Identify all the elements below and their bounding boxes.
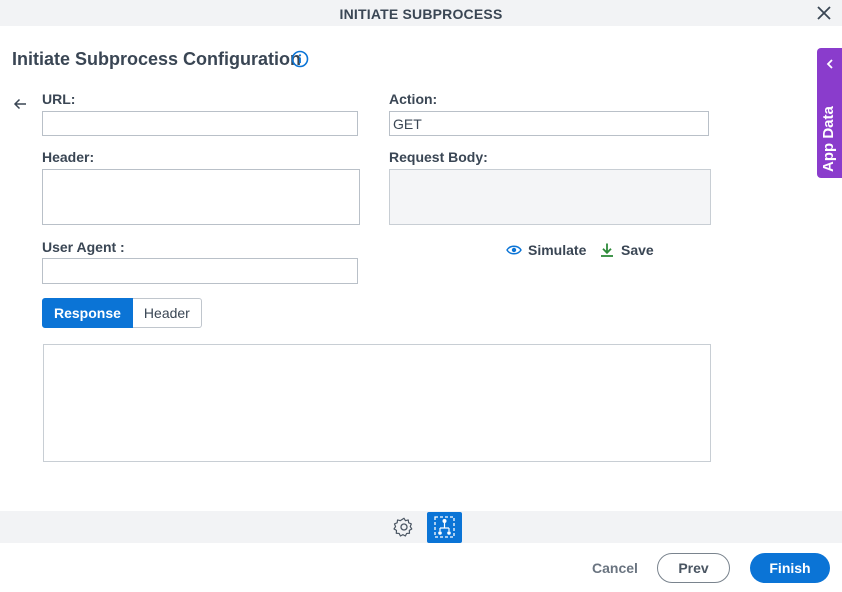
url-label: URL:	[42, 91, 76, 107]
bottom-toolbar	[0, 511, 842, 543]
action-label: Action:	[389, 91, 438, 107]
header-textarea[interactable]	[42, 169, 360, 225]
action-input[interactable]	[389, 111, 709, 136]
request-body-label: Request Body:	[389, 149, 488, 165]
flow-diagram-icon	[434, 516, 455, 538]
user-agent-label: User Agent :	[42, 239, 125, 255]
simulate-label: Simulate	[528, 242, 587, 258]
save-button[interactable]: Save	[599, 242, 654, 258]
window-title: INITIATE SUBPROCESS	[339, 6, 503, 22]
response-tabs: Response Header	[42, 298, 202, 328]
eye-icon	[506, 245, 522, 255]
title-bar: INITIATE SUBPROCESS	[0, 0, 842, 26]
response-output[interactable]	[43, 344, 711, 462]
close-icon[interactable]	[816, 5, 832, 21]
cancel-button[interactable]: Cancel	[590, 553, 640, 583]
chevron-left-icon	[826, 59, 833, 69]
flow-diagram-button[interactable]	[427, 512, 462, 543]
arrow-left-icon[interactable]	[12, 96, 28, 112]
user-agent-input[interactable]	[42, 258, 358, 284]
finish-button[interactable]: Finish	[750, 553, 830, 583]
app-data-label: App Data	[820, 106, 837, 172]
download-icon	[601, 243, 613, 257]
app-data-panel-tab[interactable]: App Data	[817, 48, 842, 178]
url-input[interactable]	[42, 111, 358, 136]
tab-header[interactable]: Header	[132, 298, 202, 328]
prev-button[interactable]: Prev	[657, 553, 730, 583]
request-body-textarea[interactable]	[389, 169, 711, 225]
header-label: Header:	[42, 149, 95, 165]
info-icon[interactable]	[291, 50, 309, 68]
gear-icon[interactable]	[393, 516, 415, 538]
save-label: Save	[621, 242, 654, 258]
tab-response[interactable]: Response	[42, 298, 133, 328]
page-title: Initiate Subprocess Configuration	[12, 49, 302, 69]
simulate-button[interactable]: Simulate	[506, 242, 586, 258]
